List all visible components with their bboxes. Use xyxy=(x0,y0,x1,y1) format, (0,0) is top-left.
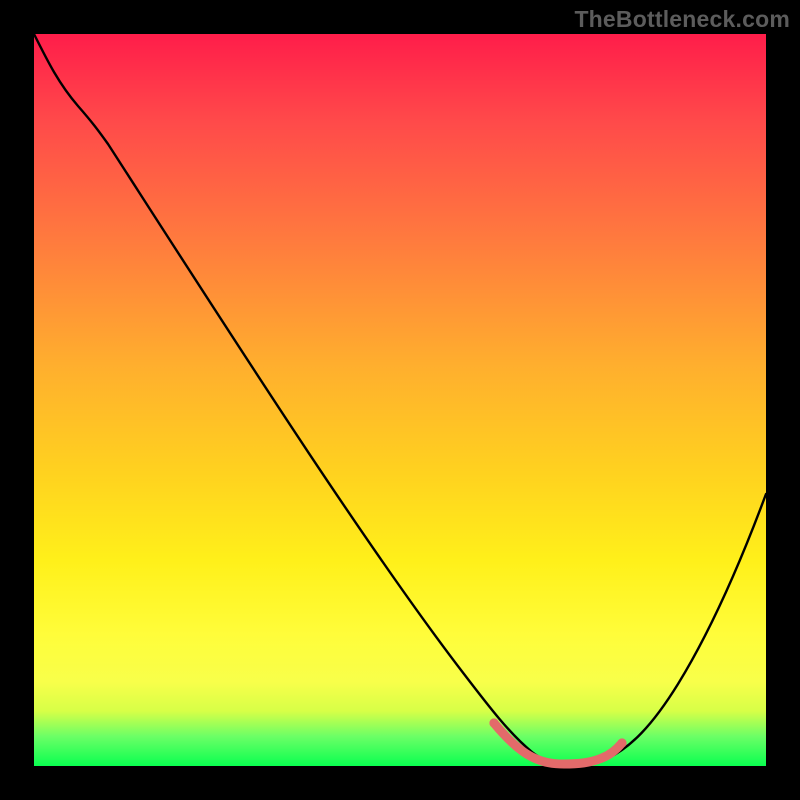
bottleneck-curve xyxy=(34,34,766,763)
chart-stage: TheBottleneck.com xyxy=(0,0,800,800)
watermark-text: TheBottleneck.com xyxy=(574,6,790,33)
highlight-band xyxy=(494,723,622,764)
gradient-plot-area xyxy=(34,34,766,766)
highlight-end-right xyxy=(617,738,626,747)
highlight-end-left xyxy=(489,718,498,727)
curve-layer xyxy=(34,34,766,766)
